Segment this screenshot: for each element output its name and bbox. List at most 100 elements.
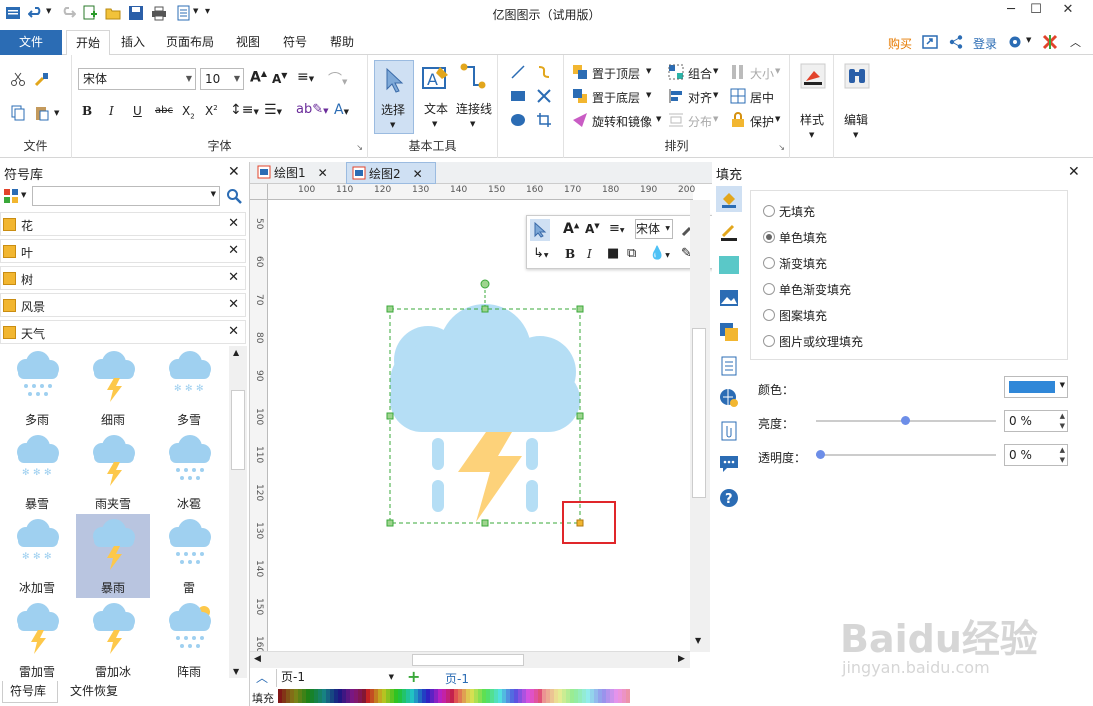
settings-dropdown-icon[interactable]: ▼ [1026, 36, 1031, 44]
send-back-dropdown-icon[interactable]: ▼ [646, 91, 651, 99]
symbol-item[interactable]: 雷加冰 [76, 598, 150, 678]
help-tab-icon[interactable]: ? [719, 488, 739, 508]
text-tool-icon[interactable]: A [422, 65, 450, 91]
login-link[interactable]: 登录 [973, 35, 997, 52]
tab-file-recovery[interactable]: 文件恢复 [62, 681, 132, 703]
fill-option-mono-gradient-radio[interactable] [763, 283, 775, 295]
edit-dropdown-icon[interactable]: ▼ [853, 131, 858, 139]
resize-handle[interactable] [576, 412, 584, 420]
page-tab[interactable]: 页-1 [445, 670, 469, 687]
font-color-icon[interactable]: A▼ [334, 102, 349, 118]
x-mark-tool-icon[interactable] [536, 88, 552, 104]
subscript-icon[interactable]: X2 [182, 104, 195, 120]
share-icon[interactable] [948, 34, 964, 50]
symbol-item[interactable]: 多雨 [0, 346, 74, 430]
doc-tab-drawing1[interactable]: 绘图1 ✕ [252, 162, 342, 184]
center-label[interactable]: 居中 [750, 89, 774, 106]
rotate-mirror-icon[interactable] [572, 112, 588, 128]
image-tab-icon[interactable] [719, 289, 739, 307]
tab-symbol-library[interactable]: 符号库 [2, 681, 58, 703]
transparency-spin-icon[interactable]: ▲ ▼ [1060, 445, 1065, 465]
brightness-spin-icon[interactable]: ▲ ▼ [1060, 411, 1065, 431]
distribute-dropdown-icon[interactable]: ▼ [713, 115, 718, 123]
ellipse-tool-icon[interactable] [510, 112, 526, 128]
brightness-slider-knob[interactable] [901, 416, 910, 425]
center-icon[interactable] [730, 88, 746, 104]
tab-page-layout[interactable]: 页面布局 [157, 30, 223, 55]
underline-icon[interactable]: U [133, 104, 142, 118]
library-manage-dropdown-icon[interactable]: ▼ [21, 191, 26, 199]
connector-tool-icon[interactable] [460, 63, 486, 91]
symbol-item[interactable]: ✻ ✻ ✻ 冰加雪 [0, 514, 74, 598]
line-tool-icon[interactable] [510, 64, 526, 80]
close-button[interactable]: ✕ [1054, 2, 1082, 24]
fill-option-texture-radio[interactable] [763, 335, 775, 347]
float-fill-square-icon[interactable]: ■ [607, 246, 619, 261]
distribute-label[interactable]: 分布 [688, 113, 712, 130]
float-fill-color-icon[interactable]: 💧▼ [649, 246, 670, 261]
drawing-canvas[interactable]: A▲ A▼ ≡▼ 宋体▼ ✕ ↳▼ B I ■ ⧉ 💧▼ ✎▼ [268, 200, 720, 652]
line-spacing-icon[interactable]: ↕≡▼ [230, 102, 259, 118]
symbol-item[interactable]: 雨夹雪 [76, 430, 150, 514]
connector-tool-label[interactable]: 连接线 [456, 100, 492, 117]
italic-icon[interactable]: I [109, 104, 114, 118]
shadow-tab-icon[interactable] [719, 256, 739, 274]
protect-label[interactable]: 保护 [750, 113, 774, 130]
vscroll-down-icon[interactable]: ▼ [695, 636, 701, 645]
paragraph-align-icon[interactable]: ≡▼ [297, 69, 314, 85]
rotate-dropdown-icon[interactable]: ▼ [656, 115, 661, 123]
float-select-button[interactable] [530, 219, 550, 241]
resize-handle[interactable] [576, 305, 584, 313]
fill-option-solid[interactable]: 单色填充 [779, 229, 827, 246]
format-painter-icon[interactable] [34, 71, 50, 87]
line-spacing-curve-icon[interactable]: ⌒▼ [328, 69, 347, 89]
comment-tab-icon[interactable] [719, 454, 739, 474]
category-close-icon[interactable]: ✕ [228, 243, 239, 258]
bullet-list-icon[interactable]: ☰▼ [264, 102, 282, 118]
float-shrink-font-icon[interactable]: A▼ [585, 222, 600, 236]
bold-icon[interactable]: B [82, 104, 92, 118]
transparency-input[interactable]: 0 % ▲ ▼ [1004, 444, 1068, 466]
maximize-button[interactable]: ☐ [1022, 2, 1050, 24]
cut-icon[interactable] [10, 71, 26, 87]
fill-option-gradient-radio[interactable] [763, 257, 775, 269]
doc-tab-drawing2[interactable]: 绘图2 ✕ [346, 162, 436, 184]
lock-icon[interactable] [730, 112, 746, 128]
tab-home[interactable]: 开始 [66, 30, 111, 56]
canvas-horizontal-scrollbar[interactable]: ◀ ▶ [250, 651, 690, 668]
library-category-weather[interactable]: 天气 ✕ [0, 320, 246, 344]
text-dropdown-icon[interactable]: ▼ [432, 120, 437, 128]
rotate-mirror-label[interactable]: 旋转和镜像 [592, 113, 652, 130]
group-tab-icon[interactable] [719, 322, 739, 342]
paste-icon[interactable] [34, 105, 50, 121]
file-menu-button[interactable]: 文件 [0, 30, 62, 55]
hscroll-thumb[interactable] [412, 654, 524, 666]
style-label[interactable]: 样式 [800, 111, 824, 128]
float-connector-icon[interactable]: ↳▼ [533, 246, 549, 261]
fill-option-pattern-radio[interactable] [763, 309, 775, 321]
bring-to-front-icon[interactable] [572, 64, 588, 80]
shrink-font-icon[interactable]: A▼ [272, 71, 287, 86]
symbol-item[interactable]: ✻ ✻ ✻ 暴雪 [0, 430, 74, 514]
float-italic-icon[interactable]: I [587, 247, 592, 261]
fill-option-pattern[interactable]: 图案填充 [779, 307, 827, 324]
font-family-select[interactable]: 宋体 ▼ [78, 68, 196, 90]
doc-tab-close-icon[interactable]: ✕ [413, 167, 423, 181]
align-label[interactable]: 对齐 [688, 89, 712, 106]
library-close-icon[interactable]: ✕ [228, 164, 240, 180]
select-tool-button[interactable]: 选择 ▼ [374, 60, 414, 134]
symbol-item[interactable]: 冰雹 [152, 430, 226, 514]
vscroll-thumb[interactable] [692, 328, 706, 498]
send-to-back-icon[interactable] [572, 88, 588, 104]
fill-option-none[interactable]: 无填充 [779, 203, 815, 220]
page-select[interactable]: 页-1 ▼ [276, 669, 396, 687]
copy-icon[interactable] [10, 105, 26, 121]
library-category-tree[interactable]: 树 ✕ [0, 266, 246, 290]
connector-dropdown-icon[interactable]: ▼ [470, 120, 475, 128]
size-dropdown-icon[interactable]: ▼ [775, 67, 780, 75]
tab-insert[interactable]: 插入 [112, 30, 154, 55]
thunderstorm-shape[interactable] [390, 304, 580, 522]
fill-panel-close-icon[interactable]: ✕ [1068, 164, 1080, 180]
category-close-icon[interactable]: ✕ [228, 324, 239, 339]
tab-symbol[interactable]: 符号 [274, 30, 316, 55]
